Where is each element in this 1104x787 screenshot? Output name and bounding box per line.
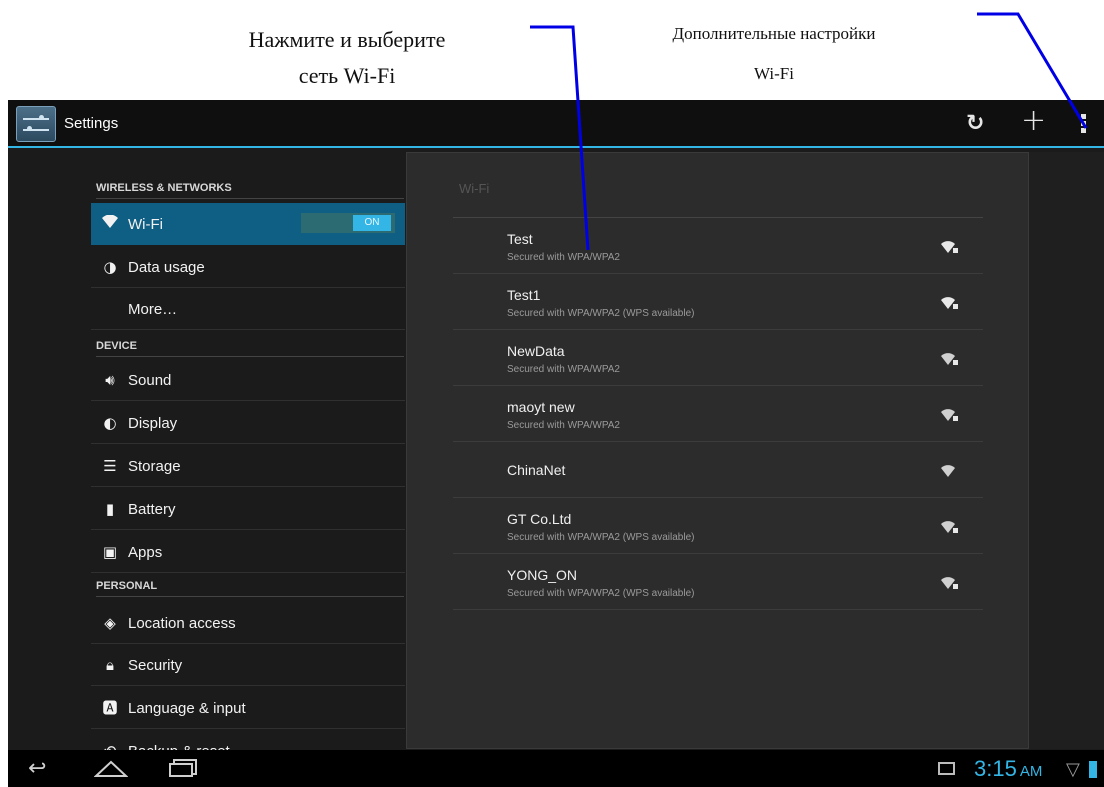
sidebar-item-apps[interactable]: ▣ Apps — [91, 531, 405, 573]
sidebar-item-label: Data usage — [128, 259, 205, 276]
sidebar-item-battery[interactable]: ▮ Battery — [91, 488, 405, 530]
sidebar-item-security[interactable]: 🔒︎ Security — [91, 644, 405, 686]
wifi-secured-signal-icon — [941, 297, 958, 309]
clock-ampm: AM — [1019, 763, 1043, 780]
sidebar-item-wifi[interactable]: Wi-Fi ON — [91, 203, 405, 245]
app-title: Settings — [64, 115, 119, 132]
network-item[interactable]: Test1 Secured with WPA/WPA2 (WPS availab… — [453, 274, 983, 330]
settings-sidebar: WIRELESS & NETWORKS Wi-Fi ON ◑ Data usag… — [8, 150, 408, 772]
network-security: Secured with WPA/WPA2 — [507, 364, 620, 375]
sidebar-item-display[interactable]: ◐ Display — [91, 402, 405, 444]
sound-icon: 🔊︎ — [105, 371, 115, 389]
wifi-status-icon: ▽ — [1066, 759, 1080, 780]
add-network-icon[interactable]: + — [1021, 106, 1046, 136]
language-icon: 🅰︎ — [102, 699, 118, 717]
network-item[interactable]: Test Secured with WPA/WPA2 — [453, 218, 983, 274]
wifi-panel-title: Wi-Fi — [459, 181, 490, 196]
network-security: Secured with WPA/WPA2 — [507, 420, 620, 431]
home-icon[interactable] — [93, 758, 129, 783]
wifi-panel: Wi-Fi Test Secured with WPA/WPA2 Test1 S… — [406, 152, 1029, 749]
network-ssid: YONG_ON — [507, 567, 578, 583]
wifi-icon — [101, 214, 119, 233]
lock-icon: 🔒︎ — [106, 656, 114, 674]
recent-apps-icon[interactable] — [168, 758, 198, 783]
network-ssid: ChinaNet — [507, 462, 566, 478]
overflow-menu-icon[interactable] — [1080, 114, 1088, 136]
sidebar-item-language[interactable]: 🅰︎ Language & input — [91, 687, 405, 729]
network-security: Secured with WPA/WPA2 (WPS available) — [507, 308, 695, 319]
wifi-secured-signal-icon — [941, 521, 958, 533]
network-ssid: maoyt new — [507, 399, 575, 415]
location-icon: ◈ — [104, 614, 116, 632]
system-bar: ↩ 3:15 AM ▽ — [8, 750, 1104, 787]
sidebar-item-label: Apps — [128, 544, 163, 561]
battery-icon: ▮ — [105, 500, 115, 518]
network-item[interactable]: maoyt new Secured with WPA/WPA2 — [453, 386, 983, 442]
network-ssid: Test1 — [507, 287, 541, 303]
sidebar-item-data-usage[interactable]: ◑ Data usage — [91, 246, 405, 288]
wifi-secured-signal-icon — [941, 577, 958, 589]
annotation-select-network: Нажмите и выберите сеть Wi-Fi — [182, 22, 512, 94]
display-icon: ◐ — [103, 414, 117, 432]
network-item[interactable]: ChinaNet — [453, 442, 983, 498]
sidebar-item-label: Battery — [128, 501, 176, 518]
android-settings-screen: Settings ↻ + WIRELESS & NETWORKS Wi-Fi O… — [8, 100, 1104, 787]
sidebar-item-label: Language & input — [128, 700, 246, 717]
battery-status-icon — [1089, 761, 1097, 778]
annotation-advanced-settings: Дополнительные настройки Wi-Fi — [604, 14, 944, 94]
right-margin — [1029, 152, 1104, 749]
network-item[interactable]: YONG_ON Secured with WPA/WPA2 (WPS avail… — [453, 554, 983, 610]
annotation-advanced-line2: Wi-Fi — [754, 64, 794, 83]
wps-sync-icon[interactable]: ↻ — [966, 110, 984, 138]
sidebar-item-sound[interactable]: 🔊︎ Sound — [91, 359, 405, 401]
gallery-notification-icon[interactable] — [938, 762, 955, 775]
category-personal: PERSONAL — [96, 571, 404, 597]
sidebar-item-label: Storage — [128, 458, 181, 475]
clock-time: 3:15 — [974, 756, 1017, 781]
sidebar-item-label: Sound — [128, 372, 172, 389]
storage-icon: ☰ — [103, 457, 117, 475]
wifi-toggle-state: ON — [353, 215, 391, 231]
network-security: Secured with WPA/WPA2 (WPS available) — [507, 532, 695, 543]
apps-icon: ▣ — [102, 543, 118, 561]
back-icon[interactable]: ↩ — [28, 758, 46, 780]
network-ssid: Test — [507, 231, 533, 247]
network-ssid: NewData — [507, 343, 565, 359]
category-wireless: WIRELESS & NETWORKS — [96, 173, 404, 199]
wifi-secured-signal-icon — [941, 353, 958, 365]
sidebar-item-location[interactable]: ◈ Location access — [91, 602, 405, 644]
network-security: Secured with WPA/WPA2 — [507, 252, 620, 263]
sidebar-item-label: Security — [128, 657, 183, 674]
wifi-open-signal-icon — [941, 465, 955, 477]
sidebar-item-storage[interactable]: ☰ Storage — [91, 445, 405, 487]
network-ssid: GT Co.Ltd — [507, 511, 572, 527]
wifi-secured-signal-icon — [941, 241, 958, 253]
annotation-select-line2: сеть Wi-Fi — [298, 63, 396, 88]
annotation-advanced-line1: Дополнительные настройки — [672, 24, 876, 43]
network-security: Secured with WPA/WPA2 (WPS available) — [507, 588, 695, 599]
sidebar-item-label: Location access — [128, 615, 236, 632]
wifi-toggle[interactable]: ON — [301, 213, 395, 233]
settings-app-icon[interactable] — [16, 106, 56, 142]
sidebar-item-label: Display — [128, 415, 178, 432]
wifi-secured-signal-icon — [941, 409, 958, 421]
sidebar-item-more[interactable]: More… — [91, 288, 405, 330]
action-bar: Settings ↻ + — [8, 100, 1104, 148]
status-clock[interactable]: 3:15 AM — [974, 756, 1042, 782]
data-usage-icon: ◑ — [103, 258, 117, 276]
network-item[interactable]: GT Co.Ltd Secured with WPA/WPA2 (WPS ava… — [453, 498, 983, 554]
category-device: DEVICE — [96, 331, 404, 357]
network-item[interactable]: NewData Secured with WPA/WPA2 — [453, 330, 983, 386]
annotation-select-line1: Нажмите и выберите — [248, 27, 446, 52]
sidebar-item-label: Wi-Fi — [128, 216, 163, 233]
sidebar-item-label: More… — [128, 301, 178, 318]
